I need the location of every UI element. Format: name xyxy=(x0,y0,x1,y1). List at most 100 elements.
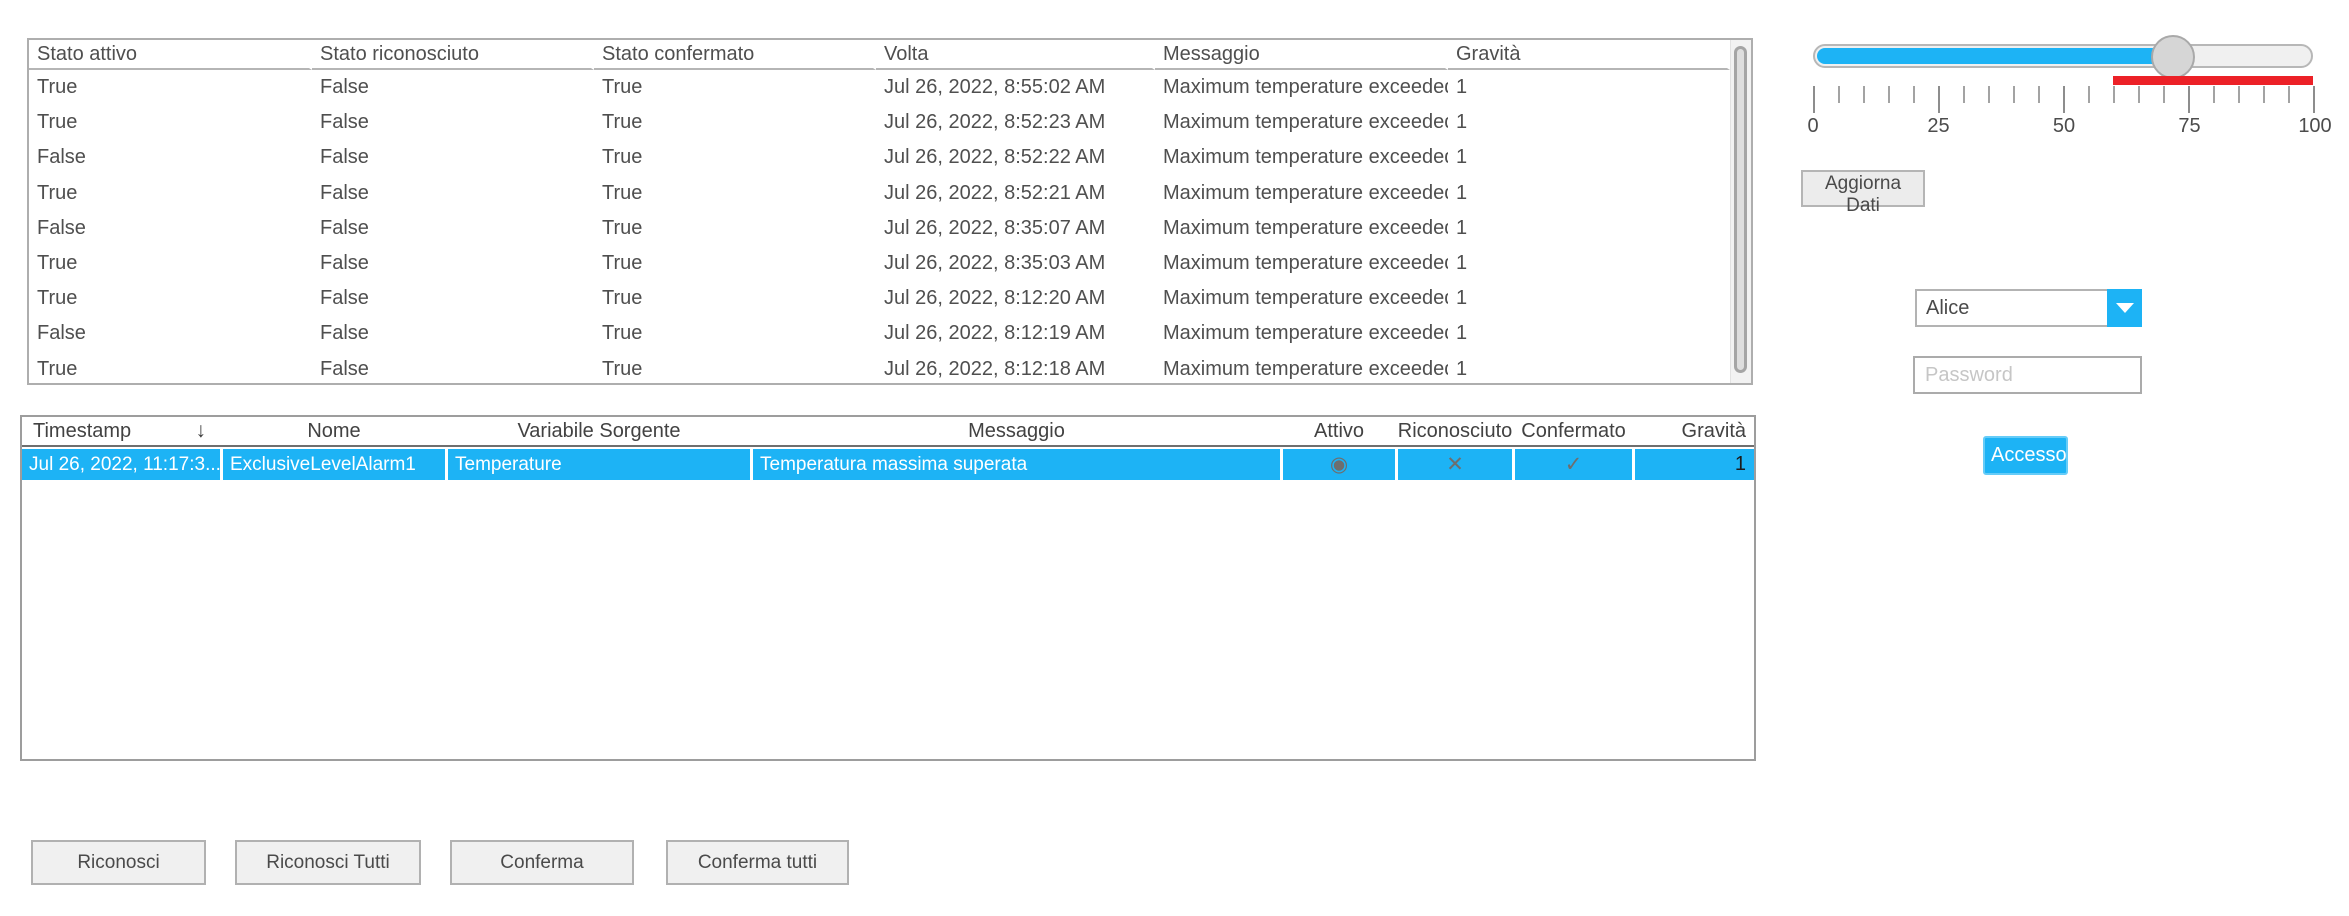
table-row[interactable]: True False True Jul 26, 2022, 8:52:23 AM… xyxy=(29,105,1730,140)
slider-thumb[interactable] xyxy=(2151,35,2195,79)
table-row[interactable]: True False True Jul 26, 2022, 8:52:21 AM… xyxy=(29,176,1730,211)
slider-scale: 0 25 50 75 100 xyxy=(1813,115,2315,141)
vertical-scrollbar[interactable] xyxy=(1730,40,1751,383)
cell-volta: Jul 26, 2022, 8:12:20 AM xyxy=(876,281,1155,316)
cell-stato-confermato: True xyxy=(594,211,876,246)
aggiorna-dati-button[interactable]: Aggiorna Dati xyxy=(1801,170,1925,207)
cell-messaggio: Maximum temperature exceeded xyxy=(1155,70,1448,105)
cell-stato-attivo: True xyxy=(29,176,312,211)
selected-event-row[interactable]: Jul 26, 2022, 11:17:3... ExclusiveLevelA… xyxy=(22,449,1754,480)
accesso-button[interactable]: Accesso xyxy=(1983,436,2068,475)
cell-gravita: 1 xyxy=(1448,246,1730,281)
cell-volta: Jul 26, 2022, 8:12:19 AM xyxy=(876,316,1155,351)
table-row[interactable]: False False True Jul 26, 2022, 8:52:22 A… xyxy=(29,140,1730,175)
cell-stato-riconosciuto: False xyxy=(312,176,594,211)
cell-stato-attivo: True xyxy=(29,281,312,316)
cell-messaggio: Maximum temperature exceeded xyxy=(1155,211,1448,246)
table-row[interactable]: True False True Jul 26, 2022, 8:35:03 AM… xyxy=(29,246,1730,281)
cell-stato-riconosciuto: False xyxy=(312,70,594,105)
table-row[interactable]: False False True Jul 26, 2022, 8:12:19 A… xyxy=(29,316,1730,351)
conferma-tutti-button[interactable]: Conferma tutti xyxy=(666,840,849,885)
cell-messaggio-evento: Temperatura massima superata xyxy=(753,449,1280,480)
column-header-stato-confermato: Stato confermato xyxy=(594,40,876,70)
cell-gravita: 1 xyxy=(1448,70,1730,105)
slider-tick-label: 100 xyxy=(2298,115,2331,138)
riconosci-tutti-button[interactable]: Riconosci Tutti xyxy=(235,840,421,885)
slider-track[interactable] xyxy=(1813,44,2313,68)
cell-stato-confermato: True xyxy=(594,316,876,351)
cell-timestamp: Jul 26, 2022, 11:17:3... xyxy=(22,449,220,480)
column-header-riconosciuto[interactable]: Riconosciuto xyxy=(1398,417,1512,445)
alarm-table-body: True False True Jul 26, 2022, 8:55:02 AM… xyxy=(29,70,1730,383)
dropdown-open-button[interactable] xyxy=(2107,289,2142,327)
cell-volta: Jul 26, 2022, 8:35:07 AM xyxy=(876,211,1155,246)
cell-nome: ExclusiveLevelAlarm1 xyxy=(223,449,445,480)
chevron-down-icon xyxy=(2116,303,2134,313)
cell-volta: Jul 26, 2022, 8:52:23 AM xyxy=(876,105,1155,140)
slider-major-ticks xyxy=(1813,86,2315,113)
cell-stato-attivo: True xyxy=(29,70,312,105)
cell-stato-attivo: False xyxy=(29,211,312,246)
cell-stato-attivo: False xyxy=(29,316,312,351)
cell-stato-riconosciuto: False xyxy=(312,140,594,175)
cell-gravita: 1 xyxy=(1448,140,1730,175)
cell-gravita: 1 xyxy=(1448,316,1730,351)
active-events-table: Timestamp ↓ Nome Variabile Sorgente Mess… xyxy=(20,415,1756,761)
column-header-volta: Volta xyxy=(876,40,1155,70)
table-row[interactable]: True False True Jul 26, 2022, 8:55:02 AM… xyxy=(29,70,1730,105)
cell-gravita-evento: 1 xyxy=(1635,449,1754,480)
cell-stato-riconosciuto: False xyxy=(312,281,594,316)
column-header-gravita: Gravità xyxy=(1448,40,1730,70)
cell-stato-riconosciuto: False xyxy=(312,105,594,140)
column-header-messaggio-evento[interactable]: Messaggio xyxy=(753,417,1280,445)
column-header-messaggio: Messaggio xyxy=(1155,40,1448,70)
cell-volta: Jul 26, 2022, 8:35:03 AM xyxy=(876,246,1155,281)
cell-volta: Jul 26, 2022, 8:52:21 AM xyxy=(876,176,1155,211)
cell-messaggio: Maximum temperature exceeded xyxy=(1155,176,1448,211)
confirmed-check-icon: ✓ xyxy=(1515,449,1632,480)
cell-gravita: 1 xyxy=(1448,105,1730,140)
column-header-gravita-evento[interactable]: Gravità xyxy=(1635,417,1754,445)
cell-stato-confermato: True xyxy=(594,105,876,140)
cell-stato-attivo: False xyxy=(29,140,312,175)
cell-stato-confermato: True xyxy=(594,246,876,281)
alarm-history-table-inner: Stato attivo Stato riconosciuto Stato co… xyxy=(29,40,1730,383)
cell-volta: Jul 26, 2022, 8:12:18 AM xyxy=(876,352,1155,384)
user-select-dropdown[interactable]: Alice xyxy=(1915,289,2142,327)
column-header-confermato[interactable]: Confermato xyxy=(1515,417,1632,445)
cell-gravita: 1 xyxy=(1448,281,1730,316)
column-header-stato-attivo: Stato attivo xyxy=(29,40,312,70)
conferma-button[interactable]: Conferma xyxy=(450,840,634,885)
slider-tick-label: 75 xyxy=(2178,115,2200,138)
cell-stato-riconosciuto: False xyxy=(312,211,594,246)
cell-stato-attivo: True xyxy=(29,352,312,384)
sort-descending-icon: ↓ xyxy=(196,419,207,443)
cell-messaggio: Maximum temperature exceeded xyxy=(1155,246,1448,281)
riconosci-button[interactable]: Riconosci xyxy=(31,840,206,885)
slider-tick-label: 25 xyxy=(1927,115,1949,138)
scrollbar-thumb[interactable] xyxy=(1734,46,1747,373)
column-header-nome[interactable]: Nome xyxy=(223,417,445,445)
password-field[interactable] xyxy=(1913,356,2142,394)
cell-volta: Jul 26, 2022, 8:52:22 AM xyxy=(876,140,1155,175)
table-row[interactable]: True False True Jul 26, 2022, 8:12:20 AM… xyxy=(29,281,1730,316)
value-slider: 0 25 50 75 100 xyxy=(1813,35,2313,145)
cell-stato-confermato: True xyxy=(594,70,876,105)
table-row[interactable]: False False True Jul 26, 2022, 8:35:07 A… xyxy=(29,211,1730,246)
cell-messaggio: Maximum temperature exceeded xyxy=(1155,316,1448,351)
cell-messaggio: Maximum temperature exceeded xyxy=(1155,352,1448,384)
cell-messaggio: Maximum temperature exceeded xyxy=(1155,105,1448,140)
cell-stato-riconosciuto: False xyxy=(312,316,594,351)
table-row[interactable]: True False True Jul 26, 2022, 8:12:18 AM… xyxy=(29,352,1730,384)
cell-stato-riconosciuto: False xyxy=(312,246,594,281)
column-header-variabile-sorgente[interactable]: Variabile Sorgente xyxy=(448,417,750,445)
alarm-history-table: Stato attivo Stato riconosciuto Stato co… xyxy=(27,38,1753,385)
column-header-attivo[interactable]: Attivo xyxy=(1283,417,1395,445)
cell-stato-attivo: True xyxy=(29,105,312,140)
cell-stato-attivo: True xyxy=(29,246,312,281)
cell-stato-confermato: True xyxy=(594,281,876,316)
cell-gravita: 1 xyxy=(1448,176,1730,211)
alarm-table-header-row: Stato attivo Stato riconosciuto Stato co… xyxy=(29,40,1730,70)
cell-stato-confermato: True xyxy=(594,352,876,384)
column-header-timestamp[interactable]: Timestamp ↓ xyxy=(22,417,220,445)
